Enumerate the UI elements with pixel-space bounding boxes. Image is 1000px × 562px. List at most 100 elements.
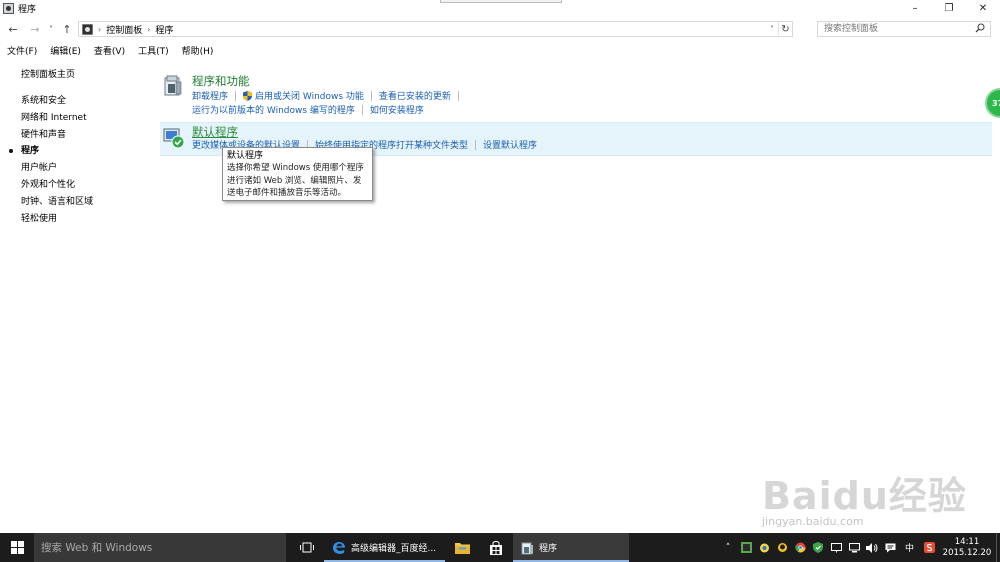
address-dropdown-button[interactable]: ˅ <box>766 22 778 36</box>
compatibility-link[interactable]: 运行为以前版本的 Windows 编写的程序 <box>192 103 355 116</box>
start-button[interactable] <box>0 533 34 562</box>
sidebar-item-system-security[interactable]: 系统和安全 <box>21 93 141 110</box>
maximize-button[interactable]: ❐ <box>932 0 966 17</box>
recent-locations-button[interactable]: ˅ <box>44 21 58 37</box>
search-box <box>817 21 991 37</box>
set-default-programs-link[interactable]: 设置默认程序 <box>483 138 537 151</box>
chevron-right-icon: › <box>98 24 102 34</box>
clock-time: 14:11 <box>954 536 980 547</box>
address-bar[interactable]: › 控制面板 › 程序 ˅ ↻ <box>78 21 793 37</box>
baidu-tray-icon[interactable] <box>758 542 771 554</box>
taskbar-search-placeholder: 搜索 Web 和 Windows <box>41 542 153 554</box>
store-icon <box>490 540 502 555</box>
uninstall-program-link[interactable]: 卸载程序 <box>192 89 228 102</box>
address-row: ← → ˅ ↑ › 控制面板 › 程序 ˅ ↻ <box>0 19 1000 39</box>
up-button[interactable]: ↑ <box>60 21 74 37</box>
default-programs-icon <box>163 127 185 149</box>
task-view-icon <box>300 542 314 553</box>
control-panel-icon <box>521 542 533 554</box>
programs-features-icon <box>163 75 183 97</box>
link-separator <box>370 90 372 101</box>
sidebar-item-clock-language[interactable]: 时钟、语言和区域 <box>21 194 141 211</box>
sidebar-item-programs[interactable]: 程序 <box>9 143 141 160</box>
action-center-icon[interactable] <box>884 542 897 554</box>
clock-date: 2015.12.20 <box>942 547 992 558</box>
forward-button[interactable]: → <box>28 21 42 37</box>
baidu-watermark: Baidu经验 jingyan.baidu.com <box>762 455 992 528</box>
link-separator <box>475 139 477 150</box>
volume-icon[interactable] <box>866 542 879 554</box>
breadcrumb-programs[interactable]: 程序 <box>155 23 173 36</box>
sidebar-item-hardware-sound[interactable]: 硬件和声音 <box>21 127 141 144</box>
qq-tray-icon[interactable] <box>776 542 789 554</box>
programs-features-links: 卸载程序 启用或关闭 Windows 功能 查看已安装的更新 <box>192 89 466 102</box>
edge-icon <box>333 541 345 554</box>
taskbar-app-control-panel[interactable]: 程序 <box>513 533 629 562</box>
network-icon[interactable] <box>848 542 861 554</box>
taskbar-search-box[interactable]: 搜索 Web 和 Windows <box>34 533 286 562</box>
how-to-install-link[interactable]: 如何安装程序 <box>370 103 424 116</box>
link-separator <box>361 104 363 115</box>
programs-features-title[interactable]: 程序和功能 <box>192 73 250 89</box>
programs-features-links-2: 运行为以前版本的 Windows 编写的程序 如何安装程序 <box>192 103 424 116</box>
minimize-button[interactable]: – <box>898 0 932 17</box>
title-bar: 程序 – ❐ ✕ <box>0 0 1000 17</box>
menu-edit[interactable]: 编辑(E) <box>43 44 87 57</box>
tooltip-title: 默认程序 <box>227 151 264 161</box>
refresh-button[interactable]: ↻ <box>778 22 792 36</box>
sogou-ime-icon[interactable] <box>923 542 936 554</box>
sidebar-item-network[interactable]: 网络和 Internet <box>21 110 141 127</box>
link-separator <box>457 90 459 101</box>
menu-help[interactable]: 帮助(H) <box>175 44 220 57</box>
taskbar-app-label: 高级编辑器_百度经... <box>351 544 437 554</box>
shield-tray-icon[interactable] <box>812 542 825 554</box>
watermark-logo: Baidu经验 <box>762 474 967 518</box>
windows-features-link[interactable]: 启用或关闭 Windows 功能 <box>255 89 364 102</box>
tooltip-line: 选择你希望 Windows 使用哪个程序 <box>227 163 364 173</box>
menu-file[interactable]: 文件(F) <box>0 44 43 57</box>
chevron-up-icon[interactable]: ˄ <box>722 542 735 554</box>
back-button[interactable]: ← <box>6 21 20 37</box>
task-view-button[interactable] <box>290 533 324 562</box>
breadcrumb-control-panel[interactable]: 控制面板 <box>106 23 142 36</box>
sidebar-home-link[interactable]: 控制面板主页 <box>21 68 141 83</box>
search-icon[interactable] <box>975 23 985 36</box>
tooltip-line: 送电子邮件和播放音乐等活动。 <box>227 188 347 198</box>
control-panel-icon <box>3 3 14 14</box>
window-edge <box>440 0 562 3</box>
taskbar-app-store[interactable] <box>479 533 513 562</box>
sidebar-item-appearance[interactable]: 外观和个性化 <box>21 177 141 194</box>
taskbar-app-label: 程序 <box>539 544 558 554</box>
ime-indicator[interactable]: 中 <box>902 542 918 554</box>
uac-shield-icon <box>243 90 253 101</box>
taskbar-app-edge[interactable]: 高级编辑器_百度经... <box>324 533 445 562</box>
chrome-tray-icon[interactable] <box>794 542 807 554</box>
window-title: 程序 <box>18 5 37 15</box>
sidebar-item-ease-of-access[interactable]: 轻松使用 <box>21 211 141 228</box>
link-separator <box>235 90 237 101</box>
default-programs-tooltip: 默认程序 选择你希望 Windows 使用哪个程序 进行诸如 Web 浏览、编辑… <box>222 147 373 201</box>
menu-tools[interactable]: 工具(T) <box>131 44 175 57</box>
show-desktop-button[interactable] <box>996 533 1000 562</box>
monitor-tray-icon[interactable] <box>830 542 843 554</box>
control-panel-icon <box>82 23 93 35</box>
taskbar-clock[interactable]: 14:11 2015.12.20 <box>941 537 993 559</box>
watermark-url: jingyan.baidu.com <box>762 515 864 528</box>
window-controls: – ❐ ✕ <box>898 0 1000 17</box>
sidebar-item-user-accounts[interactable]: 用户帐户 <box>21 160 141 177</box>
sidebar: 控制面板主页 系统和安全 网络和 Internet 硬件和声音 程序 用户帐户 … <box>9 68 141 228</box>
menu-bar: 文件(F) 编辑(E) 查看(V) 工具(T) 帮助(H) <box>0 43 1000 58</box>
taskbar-app-explorer[interactable] <box>445 533 479 562</box>
close-button[interactable]: ✕ <box>966 0 1000 17</box>
menu-view[interactable]: 查看(V) <box>87 44 131 57</box>
search-input[interactable] <box>818 22 968 36</box>
system-tray: ˄ 中 14:11 2015.12.20 <box>719 533 1000 562</box>
windows-logo-icon <box>10 541 24 554</box>
programs-features-section: 程序和功能 卸载程序 启用或关闭 Windows 功能 查看已安装的更新 运行为… <box>160 71 992 117</box>
app-tray-icon[interactable] <box>740 542 753 554</box>
file-explorer-icon <box>454 542 470 554</box>
tooltip-line: 进行诸如 Web 浏览、编辑照片、发 <box>227 175 362 186</box>
installed-updates-link[interactable]: 查看已安装的更新 <box>379 89 451 102</box>
taskbar: 搜索 Web 和 Windows 高级编辑器_百度经... 程序 ˄ 中 14:… <box>0 533 1000 562</box>
chevron-right-icon: › <box>147 24 151 34</box>
